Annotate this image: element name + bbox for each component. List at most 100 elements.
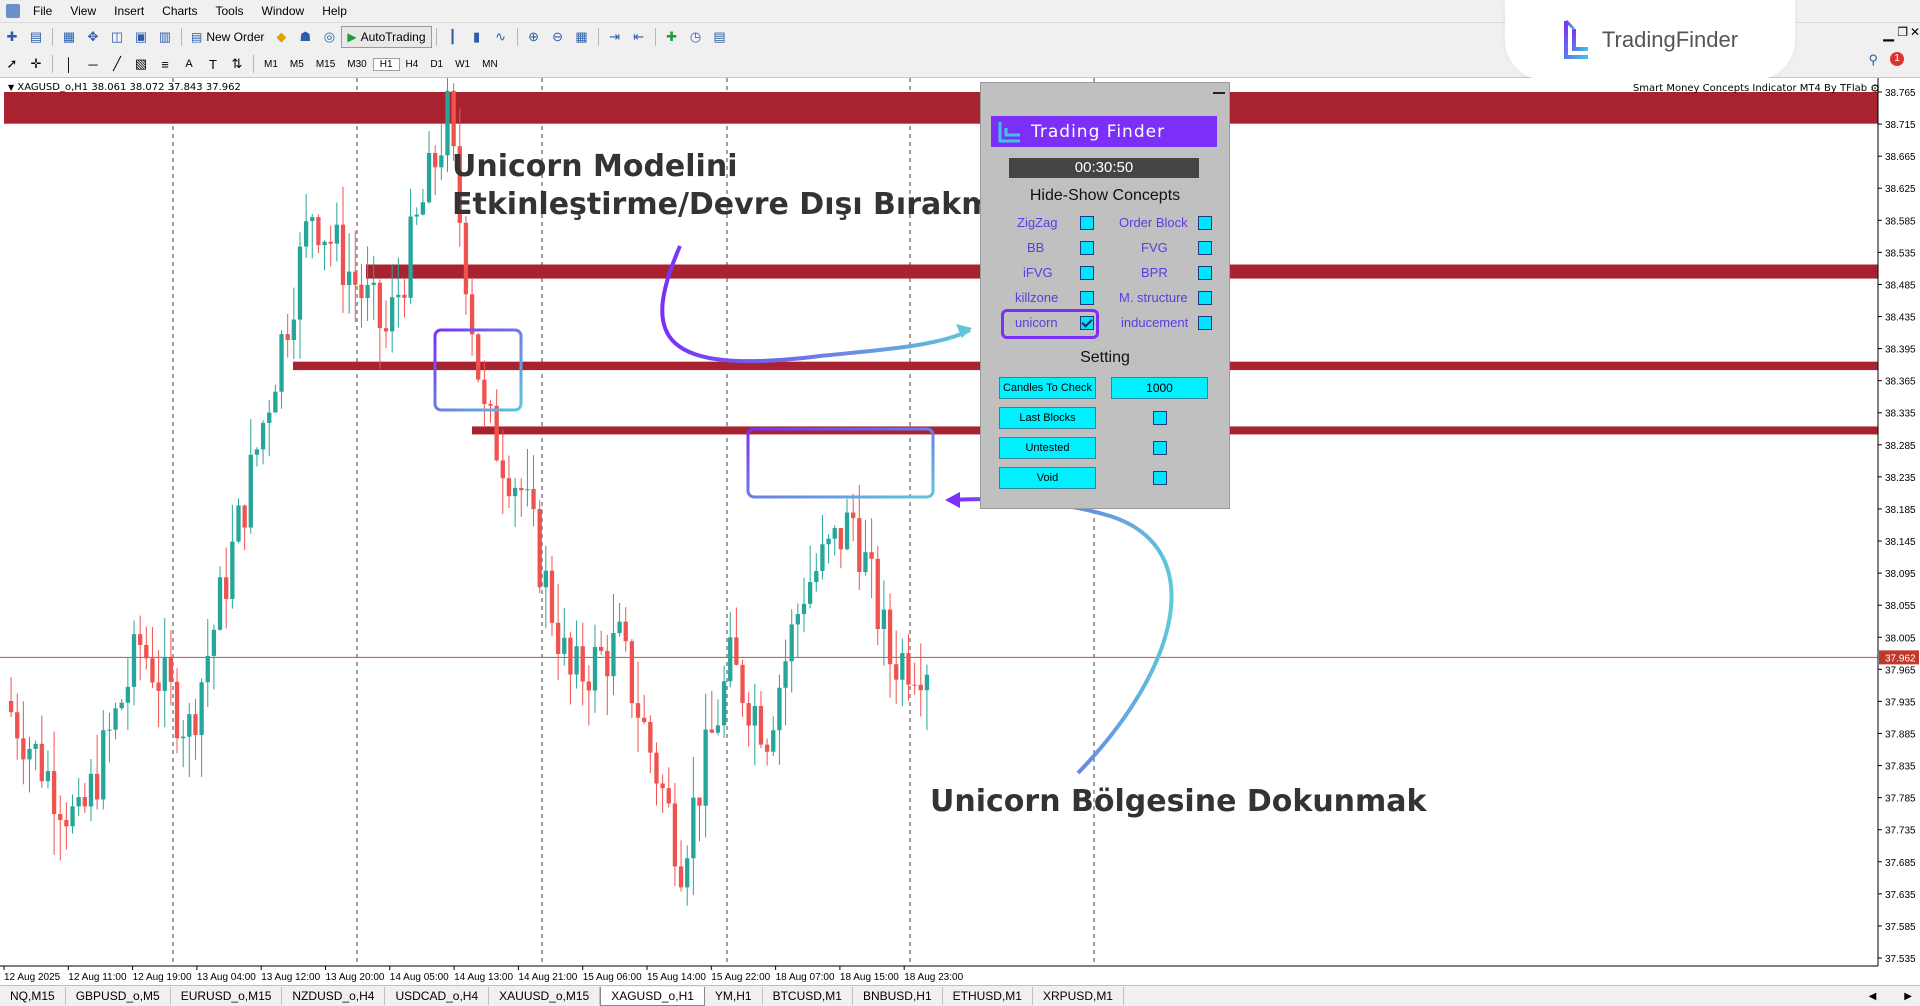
metaeditor-icon[interactable]: ◆: [271, 27, 291, 47]
fibonacci-icon[interactable]: ≡: [155, 54, 175, 74]
new-chart-icon[interactable]: ✚: [2, 27, 22, 47]
tab-gbpusd-m5[interactable]: GBPUSD_o,M5: [66, 987, 171, 1005]
candles-to-check-input[interactable]: 1000: [1111, 377, 1208, 399]
tab-scroll-left-icon[interactable]: ◀: [1869, 991, 1877, 1002]
horizontal-line-icon[interactable]: ─: [83, 54, 103, 74]
timeframe-m30[interactable]: M30: [341, 59, 372, 70]
candlestick-icon[interactable]: ▮: [467, 27, 487, 47]
periods-icon[interactable]: ◷: [686, 27, 706, 47]
menu-tools[interactable]: Tools: [207, 4, 253, 18]
concept-checkbox-bpr[interactable]: [1198, 266, 1212, 280]
indicators-icon[interactable]: ✚: [662, 27, 682, 47]
menu-charts[interactable]: Charts: [153, 4, 206, 18]
tab-xagusd-h1[interactable]: XAGUSD_o,H1: [600, 986, 705, 1006]
autoscroll-icon[interactable]: ⇤: [629, 27, 649, 47]
candles-to-check-button[interactable]: Candles To Check: [999, 377, 1096, 399]
tab-ym-h1[interactable]: YM,H1: [705, 987, 763, 1005]
tab-scroll-right-icon[interactable]: ▶: [1904, 991, 1912, 1002]
settings-icon[interactable]: ⚙: [1870, 82, 1880, 95]
channel-icon[interactable]: ▧: [131, 54, 151, 74]
terminal-icon[interactable]: ▣: [131, 27, 151, 47]
concept-checkbox-m-structure[interactable]: [1198, 291, 1212, 305]
timeframe-h4[interactable]: H4: [400, 59, 425, 70]
concept-checkbox-order-block[interactable]: [1198, 216, 1212, 230]
time-tick-label: 12 Aug 11:00: [68, 972, 127, 983]
menu-help[interactable]: Help: [313, 4, 356, 18]
tab-btcusd-m1[interactable]: BTCUSD,M1: [763, 987, 853, 1005]
timeframe-w1[interactable]: W1: [449, 59, 476, 70]
timeframe-m1[interactable]: M1: [258, 59, 284, 70]
panel-titlebar[interactable]: [981, 83, 1229, 101]
panel-minimize-icon[interactable]: [1213, 92, 1225, 94]
concept-label-order-block: Order Block: [1119, 215, 1188, 230]
void-button[interactable]: Void: [999, 467, 1096, 489]
void-checkbox[interactable]: [1153, 471, 1167, 485]
close-icon[interactable]: ✕: [1910, 25, 1920, 39]
concept-checkbox-zigzag[interactable]: [1080, 216, 1094, 230]
profiles-icon[interactable]: ▤: [26, 27, 46, 47]
cursor-icon[interactable]: ➚: [2, 54, 22, 74]
text-icon[interactable]: A: [179, 54, 199, 74]
candle-body: [685, 858, 690, 888]
concept-checkbox-inducement[interactable]: [1198, 316, 1212, 330]
tab-bnbusd-h1[interactable]: BNBUSD,H1: [853, 987, 943, 1005]
tab-eurusd-m15[interactable]: EURUSD_o,M15: [171, 987, 283, 1005]
untested-button[interactable]: Untested: [999, 437, 1096, 459]
restore-icon[interactable]: ❐: [1897, 25, 1908, 39]
data-window-icon[interactable]: ✥: [83, 27, 103, 47]
timeframe-d1[interactable]: D1: [424, 59, 449, 70]
zoom-in-icon[interactable]: ⊕: [524, 27, 544, 47]
concept-checkbox-bb[interactable]: [1080, 241, 1094, 255]
chart-area[interactable]: 38.765 38.715 38.665 38.625 38.585 38.535 38.4…: [0, 78, 1920, 985]
menu-window[interactable]: Window: [253, 4, 314, 18]
candle-body: [88, 773, 94, 807]
tab-xrpusd-m1[interactable]: XRPUSD,M1: [1033, 987, 1124, 1005]
last-blocks-button[interactable]: Last Blocks: [999, 407, 1096, 429]
concept-checkbox-fvg[interactable]: [1198, 241, 1212, 255]
signals-icon[interactable]: ☗: [295, 27, 315, 47]
autotrading-button[interactable]: ▶ AutoTrading: [341, 26, 432, 48]
navigator-icon[interactable]: ◫: [107, 27, 127, 47]
candle-body: [76, 796, 81, 807]
candle-body: [230, 541, 235, 599]
timeframe-m5[interactable]: M5: [284, 59, 310, 70]
notification-badge-icon[interactable]: 1: [1890, 52, 1904, 66]
candle-body: [101, 730, 106, 800]
search-icon[interactable]: ⚲: [1868, 52, 1878, 68]
label-icon[interactable]: T: [203, 54, 223, 74]
tab-usdcad-h4[interactable]: USDCAD_o,H4: [385, 987, 490, 1005]
timeframe-m15[interactable]: M15: [310, 59, 341, 70]
tab-xauusd-m15[interactable]: XAUUSD_o,M15: [489, 987, 601, 1005]
minimize-icon[interactable]: ▁: [1883, 25, 1894, 42]
untested-checkbox[interactable]: [1153, 441, 1167, 455]
concept-checkbox-killzone[interactable]: [1080, 291, 1094, 305]
tab-nq-m15[interactable]: NQ,M15: [0, 987, 66, 1005]
templates-icon[interactable]: ▤: [710, 27, 730, 47]
tab-ethusd-m1[interactable]: ETHUSD,M1: [943, 987, 1033, 1005]
last-blocks-checkbox[interactable]: [1153, 411, 1167, 425]
market-icon[interactable]: ◎: [319, 27, 339, 47]
indicator-panel[interactable]: Trading Finder 00:30:50 Hide-Show Concep…: [980, 82, 1230, 509]
strategy-tester-icon[interactable]: ▥: [155, 27, 175, 47]
menu-file[interactable]: File: [24, 4, 61, 18]
candle-body: [814, 570, 819, 583]
zoom-out-icon[interactable]: ⊖: [548, 27, 568, 47]
timeframe-mn[interactable]: MN: [476, 59, 504, 70]
menu-view[interactable]: View: [61, 4, 105, 18]
trendline-icon[interactable]: ╱: [107, 54, 127, 74]
arrows-icon[interactable]: ⇅: [227, 54, 247, 74]
candle-body: [359, 284, 364, 299]
chart-shift-icon[interactable]: ⇥: [605, 27, 625, 47]
concept-checkbox-ifvg[interactable]: [1080, 266, 1094, 280]
bar-chart-icon[interactable]: ┃: [443, 27, 463, 47]
toolbar-divider: [253, 55, 254, 73]
tile-windows-icon[interactable]: ▦: [572, 27, 592, 47]
crosshair-icon[interactable]: ✛: [26, 54, 46, 74]
vertical-line-icon[interactable]: │: [59, 54, 79, 74]
tab-nzdusd-h4[interactable]: NZDUSD_o,H4: [282, 987, 386, 1005]
new-order-button[interactable]: ▤ New Order: [186, 27, 269, 47]
market-watch-icon[interactable]: ▦: [59, 27, 79, 47]
line-chart-icon[interactable]: ∿: [491, 27, 511, 47]
menu-insert[interactable]: Insert: [105, 4, 153, 18]
timeframe-h1[interactable]: H1: [372, 57, 400, 71]
